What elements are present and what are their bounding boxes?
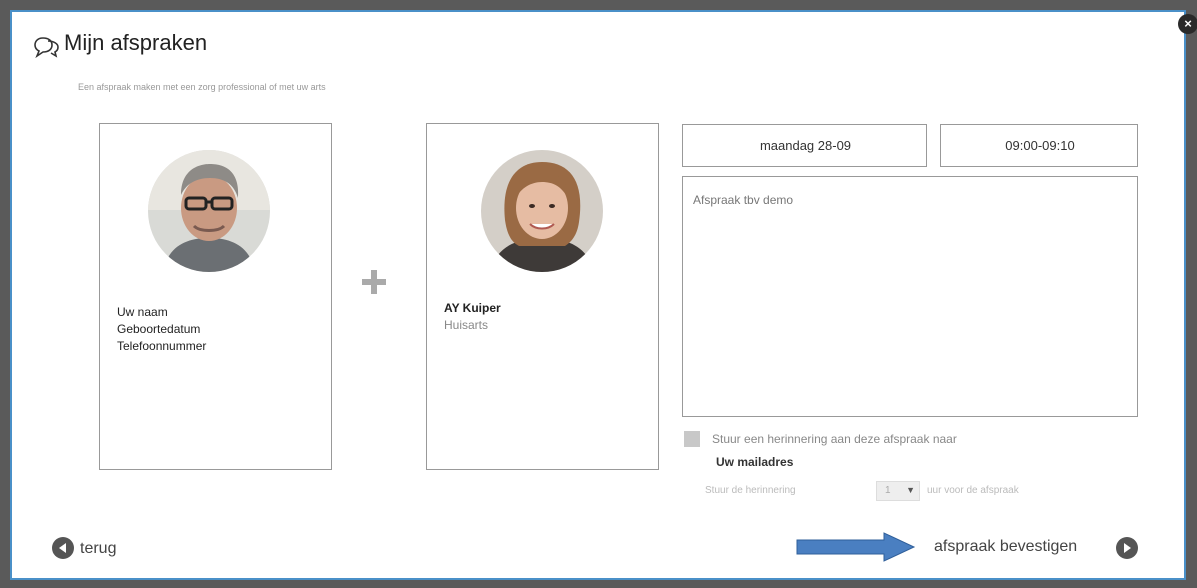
annotation-arrow-icon bbox=[796, 532, 916, 562]
reminder-hours-value: 1 bbox=[885, 485, 891, 496]
reminder-prefix: Stuur de herinnering bbox=[705, 485, 796, 496]
appointment-time: 09:00-09:10 bbox=[1005, 138, 1075, 153]
reminder-target: Uw mailadres bbox=[716, 455, 794, 469]
page-title: Mijn afspraken bbox=[64, 30, 208, 55]
patient-phone-label: Telefoonnummer bbox=[117, 339, 207, 353]
doctor-role: Huisarts bbox=[444, 318, 489, 332]
doctor-card: AY Kuiper Huisarts bbox=[426, 123, 659, 470]
appointment-date-box[interactable]: maandag 28-09 bbox=[682, 124, 927, 167]
plus-icon bbox=[360, 268, 388, 296]
reminder-hours-select[interactable]: 1 ▼ bbox=[876, 481, 920, 501]
appointment-notes-text: Afspraak tbv demo bbox=[693, 193, 794, 207]
back-button[interactable]: terug bbox=[80, 540, 116, 558]
page-subtitle: Een afspraak maken met een zorg professi… bbox=[78, 82, 326, 92]
patient-dob-label: Geboortedatum bbox=[117, 322, 201, 336]
close-icon[interactable]: × bbox=[1178, 14, 1197, 34]
reminder-label: Stuur een herinnering aan deze afspraak … bbox=[712, 432, 957, 446]
chevron-down-icon: ▼ bbox=[906, 485, 915, 495]
back-arrow-icon[interactable] bbox=[52, 537, 74, 559]
patient-name-label: Uw naam bbox=[117, 305, 168, 319]
doctor-name: AY Kuiper bbox=[444, 301, 501, 315]
forward-arrow-icon[interactable] bbox=[1116, 537, 1138, 559]
confirm-button[interactable]: afspraak bevestigen bbox=[934, 538, 1077, 556]
reminder-suffix: uur voor de afspraak bbox=[927, 485, 1019, 496]
appointment-notes-textarea[interactable]: Afspraak tbv demo bbox=[682, 176, 1138, 417]
reminder-checkbox[interactable] bbox=[684, 431, 700, 447]
appointment-time-box[interactable]: 09:00-09:10 bbox=[940, 124, 1138, 167]
patient-card: Uw naam Geboortedatum Telefoonnummer bbox=[99, 123, 332, 470]
doctor-avatar bbox=[481, 150, 603, 272]
patient-avatar bbox=[148, 150, 270, 272]
chat-bubbles-icon bbox=[34, 37, 59, 58]
appointment-date: maandag 28-09 bbox=[759, 138, 852, 153]
